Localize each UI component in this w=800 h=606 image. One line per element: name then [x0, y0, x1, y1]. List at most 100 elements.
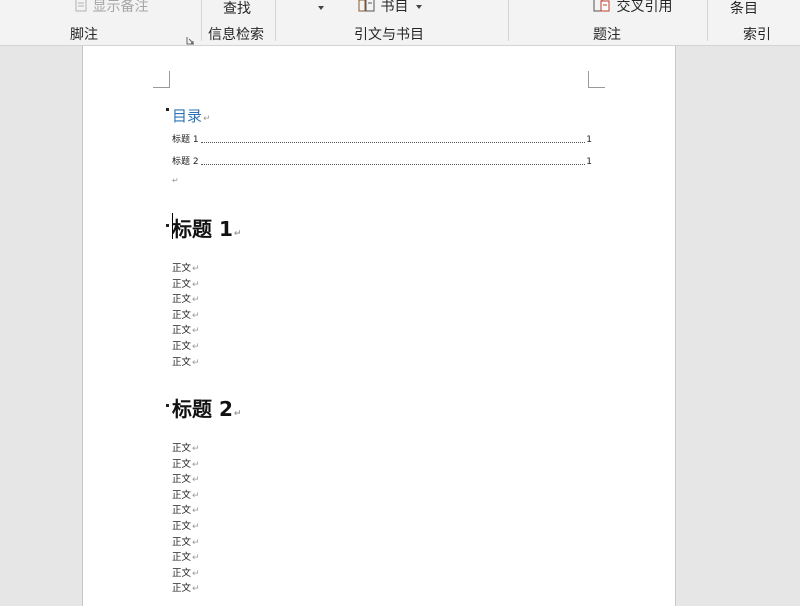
paragraph-mark-icon: ↵ [192, 537, 200, 548]
search-button[interactable]: 查找 [223, 0, 251, 18]
bibliography-icon [358, 0, 376, 17]
cross-reference-label: 交叉引用 [616, 0, 673, 15]
body-paragraph[interactable]: 正文↵ [172, 503, 200, 519]
group-divider [508, 0, 509, 41]
toc-entry[interactable]: 标题 1 1 [172, 133, 592, 145]
body-paragraph[interactable]: 正文↵ [172, 261, 200, 277]
body-text: 正文 [172, 458, 192, 470]
body-paragraph[interactable]: 正文↵ [172, 472, 200, 488]
toc-title[interactable]: 目录↵ [172, 105, 211, 126]
crop-mark [588, 71, 605, 88]
toc-title-text: 目录 [172, 107, 203, 125]
body-paragraph[interactable]: 正文↵ [172, 488, 200, 504]
toc-entry[interactable]: 标题 2 1 [172, 155, 592, 167]
bibliography-button[interactable]: 书目 [358, 0, 422, 17]
body-paragraph[interactable]: 正文↵ [172, 566, 200, 582]
toc-leader [200, 163, 586, 165]
body-paragraph[interactable]: 正文↵ [172, 457, 200, 473]
paragraph-mark-icon: ↵ [203, 114, 211, 124]
group-divider [201, 0, 202, 41]
paragraph-mark-icon [166, 108, 169, 111]
notes-icon [74, 0, 88, 16]
mark-entry-button[interactable]: 条目 [730, 0, 758, 18]
paragraph-mark-icon: ↵ [192, 341, 200, 352]
paragraph-mark-icon: ↵ [192, 475, 200, 486]
body-text: 正文 [172, 443, 192, 454]
empty-paragraph-mark: ↵ [172, 176, 179, 185]
cross-reference-button[interactable]: 交叉引用 [592, 0, 672, 17]
toc-entry-page: 1 [586, 157, 592, 167]
body-paragraph[interactable]: 正文↵ [172, 441, 200, 457]
paragraph-mark-icon: ↵ [192, 264, 200, 274]
toc-entry-label: 标题 2 [172, 157, 199, 167]
document-area[interactable]: 目录↵ 标题 1 1 标题 2 1 ↵ 标题 1↵ 正文↵ 正文↵ 正文↵ 正文↵ 正文… [0, 46, 800, 606]
body-section-1[interactable]: 正文↵ 正文↵ 正文↵ 正文↵ 正文↵ 正文↵ 正文↵ [172, 261, 200, 370]
ribbon: 显示备注 脚注 查找 信息检索 书目 引文与书目 交叉引用 题注 条目 索引 [0, 0, 800, 46]
crop-mark [153, 71, 170, 88]
index-group-label: 索引 [743, 27, 771, 43]
body-text: 正文 [172, 474, 192, 486]
paragraph-mark-icon: ↵ [192, 568, 200, 579]
paragraph-mark-icon: ↵ [192, 310, 200, 321]
heading-text: 标题 1 [172, 217, 233, 241]
paragraph-mark-icon: ↵ [192, 279, 200, 290]
paragraph-mark-icon: ↵ [192, 584, 200, 595]
body-text: 正文 [172, 567, 192, 579]
show-notes-label: 显示备注 [92, 0, 149, 15]
body-text: 正文 [172, 356, 192, 368]
paragraph-mark-icon: ↵ [192, 459, 200, 470]
toc-leader [200, 141, 586, 143]
body-text: 正文 [172, 294, 192, 306]
group-divider [275, 0, 276, 41]
body-paragraph[interactable]: 正文↵ [172, 339, 200, 355]
body-text: 正文 [172, 520, 192, 532]
paragraph-mark-icon: ↵ [192, 553, 200, 564]
body-section-2[interactable]: 正文↵ 正文↵ 正文↵ 正文↵ 正文↵ 正文↵ 正文↵ 正文↵ 正文↵ 正文↵ [172, 441, 200, 597]
footnote-group-label: 脚注 [70, 27, 98, 43]
body-text: 正文 [172, 489, 192, 501]
body-text: 正文 [172, 309, 192, 321]
body-text: 正文 [172, 552, 192, 564]
show-notes-button[interactable]: 显示备注 [74, 0, 148, 16]
paragraph-mark-icon: ↵ [192, 490, 200, 501]
citations-group-label: 引文与书目 [354, 27, 424, 43]
body-paragraph[interactable]: 正文↵ [172, 581, 200, 597]
paragraph-mark-icon: ↵ [192, 295, 200, 306]
body-paragraph[interactable]: 正文↵ [172, 550, 200, 566]
body-paragraph[interactable]: 正文↵ [172, 535, 200, 551]
toc-entry-page: 1 [586, 135, 592, 145]
body-text: 正文 [172, 278, 192, 290]
paragraph-mark-icon: ↵ [192, 357, 200, 368]
toc-entry-label: 标题 1 [172, 135, 199, 145]
heading-text: 标题 2 [172, 397, 233, 421]
paragraph-mark-icon: ↵ [233, 409, 242, 419]
dialog-launcher-icon[interactable] [186, 30, 195, 45]
body-text: 正文 [172, 536, 192, 548]
body-paragraph[interactable]: 正文↵ [172, 292, 200, 308]
paragraph-mark-icon [166, 224, 169, 227]
chevron-down-icon [415, 5, 422, 9]
bibliography-label: 书目 [380, 0, 409, 15]
paragraph-mark-icon: ↵ [192, 444, 200, 454]
heading-1[interactable]: 标题 1↵ [172, 213, 241, 242]
body-text: 正文 [172, 325, 192, 337]
body-text: 正文 [172, 263, 192, 274]
heading-2[interactable]: 标题 2↵ [172, 393, 241, 422]
body-text: 正文 [172, 340, 192, 352]
body-text: 正文 [172, 505, 192, 517]
captions-group-label: 题注 [593, 27, 621, 43]
body-paragraph[interactable]: 正文↵ [172, 277, 200, 293]
research-group-label: 信息检索 [208, 27, 264, 43]
paragraph-mark-icon: ↵ [233, 229, 242, 239]
chevron-down-icon[interactable] [318, 6, 324, 10]
paragraph-mark-icon: ↵ [192, 506, 200, 517]
document-page[interactable]: 目录↵ 标题 1 1 标题 2 1 ↵ 标题 1↵ 正文↵ 正文↵ 正文↵ 正文↵ 正文… [82, 46, 676, 606]
paragraph-mark-icon [166, 404, 169, 407]
cross-reference-icon [592, 0, 612, 17]
body-paragraph[interactable]: 正文↵ [172, 323, 200, 339]
paragraph-mark-icon: ↵ [192, 521, 200, 532]
body-paragraph[interactable]: 正文↵ [172, 308, 200, 324]
body-paragraph[interactable]: 正文↵ [172, 355, 200, 371]
group-divider [707, 0, 708, 41]
body-paragraph[interactable]: 正文↵ [172, 519, 200, 535]
